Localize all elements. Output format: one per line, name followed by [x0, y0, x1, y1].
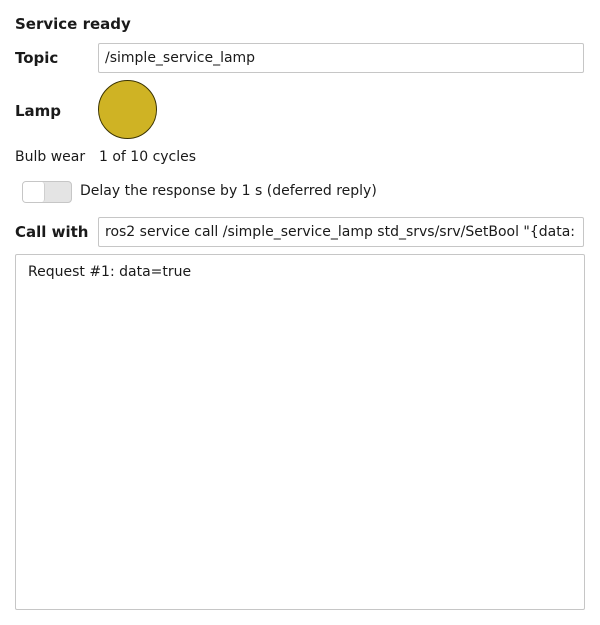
- bulb-wear-value: 1 of 10 cycles: [99, 149, 197, 165]
- topic-label: Topic: [15, 49, 59, 67]
- delay-toggle-label: Delay the response by 1 s (deferred repl…: [80, 183, 377, 199]
- bulb-wear-label: Bulb wear: [15, 149, 86, 165]
- lamp-label: Lamp: [15, 102, 62, 120]
- delay-toggle-switch[interactable]: [22, 181, 72, 203]
- call-command-field[interactable]: [98, 217, 584, 247]
- topic-input[interactable]: [98, 43, 584, 73]
- service-status-title: Service ready: [15, 15, 131, 33]
- call-with-label: Call with: [15, 223, 89, 241]
- log-line: Request #1: data=true: [28, 264, 192, 280]
- response-log[interactable]: Request #1: data=true: [15, 254, 585, 610]
- lamp-indicator: [98, 80, 157, 139]
- toggle-knob: [23, 182, 45, 202]
